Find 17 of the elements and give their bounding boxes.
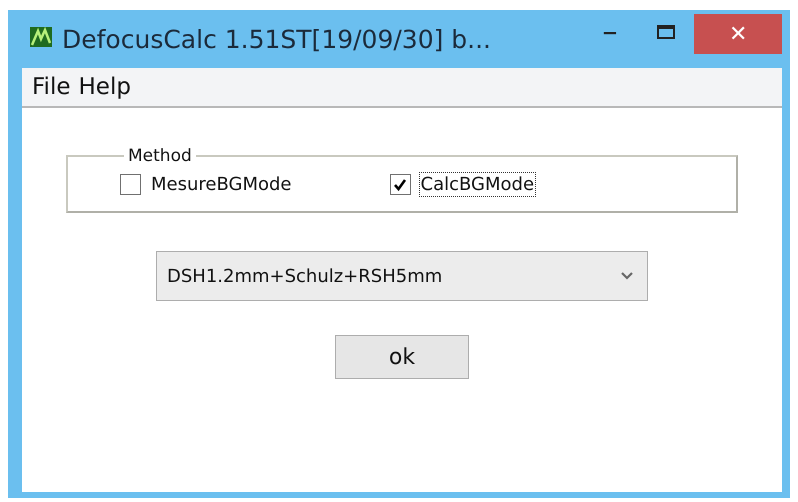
check-icon (393, 178, 407, 192)
menu-item[interactable]: Help (78, 74, 131, 100)
checkbox-label[interactable]: CalcBGMode (418, 172, 536, 197)
checkbox[interactable] (390, 174, 410, 195)
chevron-down-icon (621, 272, 633, 280)
preset-dropdown[interactable]: DSH1.2mm+Schulz+RSH5mm (156, 251, 648, 301)
close-button[interactable]: ✕ (694, 14, 782, 54)
window-title: DefocusCalc 1.51ST[19/09/30] b... (62, 24, 492, 54)
group-label: Method (127, 146, 193, 166)
checkbox-label[interactable]: MesureBGMode (149, 172, 294, 197)
app-icon (30, 27, 52, 47)
menu-item[interactable]: File (32, 74, 70, 100)
ok-button[interactable]: ok (335, 335, 469, 379)
dropdown-value: DSH1.2mm+Schulz+RSH5mm (167, 266, 442, 286)
checkbox[interactable] (120, 174, 141, 195)
minimize-button[interactable]: ‒ (582, 14, 638, 50)
maximize-icon (657, 25, 675, 39)
